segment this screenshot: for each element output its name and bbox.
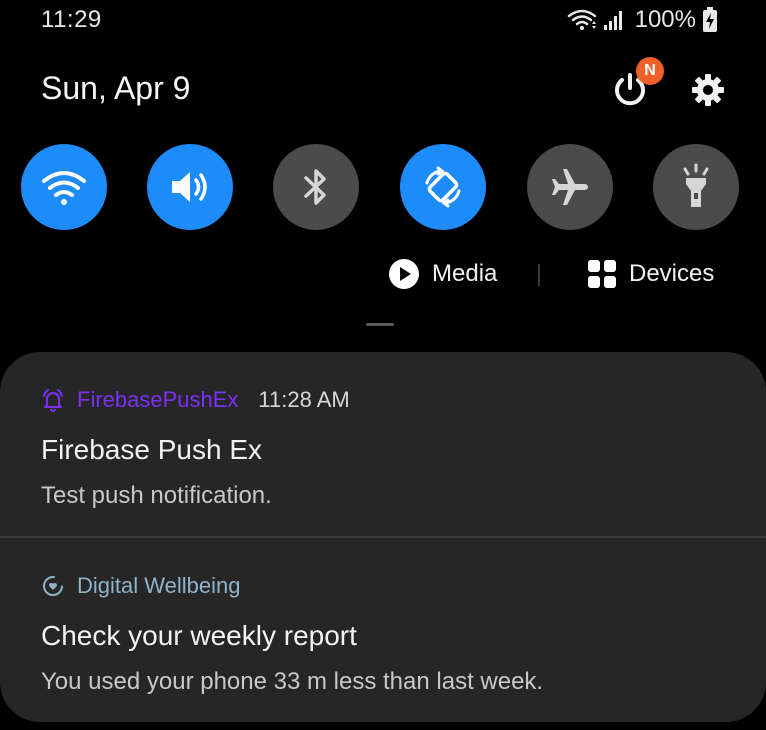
battery-percent: 100% (634, 6, 696, 33)
media-label: Media (432, 260, 498, 287)
date-label: Sun, Apr 9 (41, 70, 191, 106)
wifi-icon (567, 8, 597, 32)
divider (538, 264, 540, 286)
drag-handle[interactable] (366, 323, 394, 326)
devices-label: Devices (629, 260, 715, 287)
gear-icon (692, 74, 724, 106)
flashlight-icon (683, 163, 709, 207)
notification-header: FirebasePushEx 11:28 AM (41, 385, 350, 415)
wellbeing-icon (43, 576, 63, 596)
notification-header: Digital Wellbeing (41, 571, 240, 601)
status-time: 11:29 (41, 6, 102, 33)
settings-button[interactable] (688, 70, 728, 110)
notification-app-name: Digital Wellbeing (77, 573, 241, 598)
devices-icon (588, 260, 616, 288)
battery-charging-icon (702, 7, 718, 33)
notification-badge: N (636, 57, 664, 85)
bluetooth-icon (304, 169, 326, 205)
toggle-airplane-mode[interactable] (527, 144, 613, 230)
speaker-icon (172, 172, 207, 202)
notification-time: 11:28 AM (258, 387, 350, 412)
status-icons: 100% (567, 6, 718, 34)
toggle-flashlight[interactable] (653, 144, 739, 230)
devices-button[interactable]: Devices (587, 256, 714, 292)
notification-title: Firebase Push Ex (41, 434, 262, 465)
wifi-icon (42, 171, 86, 205)
status-bar: 11:29 100% (0, 0, 766, 40)
notification-title: Check your weekly report (41, 620, 357, 651)
media-button[interactable]: Media (388, 256, 497, 292)
airplane-icon (552, 169, 588, 205)
notification-body: Test push notification. (41, 482, 272, 509)
notification-body: You used your phone 33 m less than last … (41, 668, 544, 695)
toggle-sound[interactable] (147, 144, 233, 230)
toggle-wifi[interactable] (21, 144, 107, 230)
notification-panel: FirebasePushEx 11:28 AM Firebase Push Ex… (0, 352, 766, 722)
toggle-auto-rotate[interactable] (400, 144, 486, 230)
toggle-bluetooth[interactable] (273, 144, 359, 230)
notification-digital-wellbeing[interactable]: Digital Wellbeing Check your weekly repo… (0, 538, 766, 722)
signal-icon (603, 9, 625, 31)
rotate-icon (425, 166, 461, 208)
notification-firebase[interactable]: FirebasePushEx 11:28 AM Firebase Push Ex… (0, 352, 766, 536)
notification-app-name: FirebasePushEx (77, 387, 239, 412)
bell-icon (43, 389, 63, 412)
play-icon (389, 259, 419, 289)
